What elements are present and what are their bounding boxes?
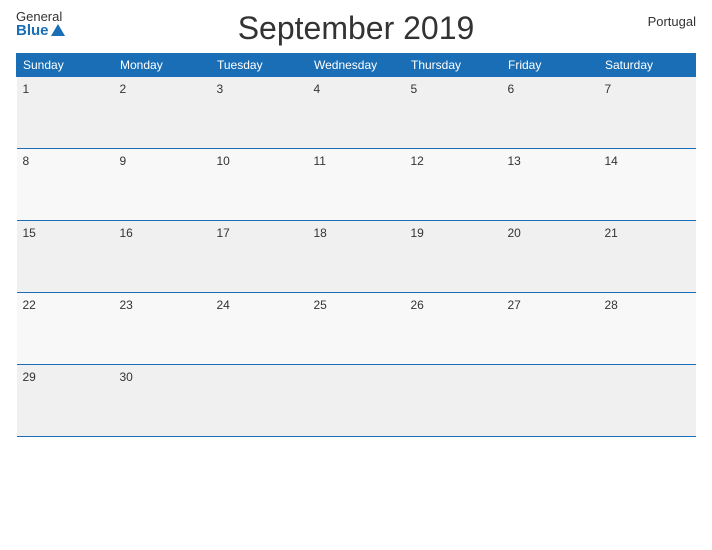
calendar-day-cell: 12	[405, 149, 502, 221]
day-number: 16	[120, 226, 133, 240]
day-number: 2	[120, 82, 127, 96]
weekday-header-row: Sunday Monday Tuesday Wednesday Thursday…	[17, 54, 696, 77]
logo: General Blue	[16, 10, 65, 38]
day-number: 15	[23, 226, 36, 240]
header-thursday: Thursday	[405, 54, 502, 77]
calendar-day-cell	[308, 365, 405, 437]
day-number: 14	[605, 154, 618, 168]
logo-triangle-icon	[51, 24, 65, 36]
day-number: 13	[508, 154, 521, 168]
day-number: 29	[23, 370, 36, 384]
day-number: 9	[120, 154, 127, 168]
header-row: General Blue September 2019 Portugal	[16, 10, 696, 47]
day-number: 8	[23, 154, 30, 168]
calendar-grid: Sunday Monday Tuesday Wednesday Thursday…	[16, 53, 696, 437]
calendar-day-cell: 10	[211, 149, 308, 221]
header-friday: Friday	[502, 54, 599, 77]
calendar-day-cell: 14	[599, 149, 696, 221]
calendar-day-cell	[405, 365, 502, 437]
calendar-day-cell	[502, 365, 599, 437]
logo-blue-text: Blue	[16, 23, 49, 38]
calendar-day-cell: 23	[114, 293, 211, 365]
day-number: 10	[217, 154, 230, 168]
calendar-day-cell: 1	[17, 77, 114, 149]
calendar-week-row: 8 9 10 11 12 13 14	[17, 149, 696, 221]
day-number: 1	[23, 82, 30, 96]
header-tuesday: Tuesday	[211, 54, 308, 77]
day-number: 12	[411, 154, 424, 168]
calendar-title: September 2019	[238, 10, 475, 47]
day-number: 5	[411, 82, 418, 96]
calendar-day-cell: 11	[308, 149, 405, 221]
header-wednesday: Wednesday	[308, 54, 405, 77]
calendar-day-cell: 22	[17, 293, 114, 365]
day-number: 17	[217, 226, 230, 240]
calendar-day-cell: 3	[211, 77, 308, 149]
country-label: Portugal	[648, 14, 696, 29]
calendar-day-cell: 2	[114, 77, 211, 149]
day-number: 24	[217, 298, 230, 312]
calendar-day-cell: 19	[405, 221, 502, 293]
calendar-day-cell	[599, 365, 696, 437]
header-sunday: Sunday	[17, 54, 114, 77]
calendar-day-cell: 17	[211, 221, 308, 293]
calendar-week-row: 22 23 24 25 26 27 28	[17, 293, 696, 365]
header-monday: Monday	[114, 54, 211, 77]
day-number: 30	[120, 370, 133, 384]
calendar-body: 1234567891011121314151617181920212223242…	[17, 77, 696, 437]
calendar-day-cell: 26	[405, 293, 502, 365]
day-number: 26	[411, 298, 424, 312]
calendar-day-cell: 9	[114, 149, 211, 221]
day-number: 27	[508, 298, 521, 312]
day-number: 23	[120, 298, 133, 312]
calendar-day-cell: 15	[17, 221, 114, 293]
calendar-day-cell: 28	[599, 293, 696, 365]
calendar-day-cell: 24	[211, 293, 308, 365]
day-number: 18	[314, 226, 327, 240]
calendar-day-cell: 30	[114, 365, 211, 437]
day-number: 19	[411, 226, 424, 240]
day-number: 21	[605, 226, 618, 240]
calendar-week-row: 15 16 17 18 19 20 21	[17, 221, 696, 293]
logo-blue-row: Blue	[16, 23, 65, 38]
calendar-day-cell: 20	[502, 221, 599, 293]
calendar-week-row: 1 2 3 4 5 6 7	[17, 77, 696, 149]
calendar-day-cell: 13	[502, 149, 599, 221]
day-number: 4	[314, 82, 321, 96]
header-saturday: Saturday	[599, 54, 696, 77]
calendar-day-cell: 29	[17, 365, 114, 437]
calendar-day-cell: 25	[308, 293, 405, 365]
day-number: 6	[508, 82, 515, 96]
calendar-week-row: 29 30	[17, 365, 696, 437]
calendar-day-cell: 4	[308, 77, 405, 149]
day-number: 28	[605, 298, 618, 312]
calendar-day-cell: 8	[17, 149, 114, 221]
day-number: 3	[217, 82, 224, 96]
day-number: 20	[508, 226, 521, 240]
calendar-day-cell: 6	[502, 77, 599, 149]
calendar-container: General Blue September 2019 Portugal Sun…	[0, 0, 712, 550]
calendar-day-cell	[211, 365, 308, 437]
day-number: 11	[314, 154, 326, 168]
day-number: 22	[23, 298, 36, 312]
calendar-day-cell: 27	[502, 293, 599, 365]
day-number: 25	[314, 298, 327, 312]
calendar-day-cell: 7	[599, 77, 696, 149]
calendar-day-cell: 21	[599, 221, 696, 293]
calendar-header: Sunday Monday Tuesday Wednesday Thursday…	[17, 54, 696, 77]
calendar-day-cell: 18	[308, 221, 405, 293]
day-number: 7	[605, 82, 612, 96]
calendar-day-cell: 16	[114, 221, 211, 293]
calendar-day-cell: 5	[405, 77, 502, 149]
